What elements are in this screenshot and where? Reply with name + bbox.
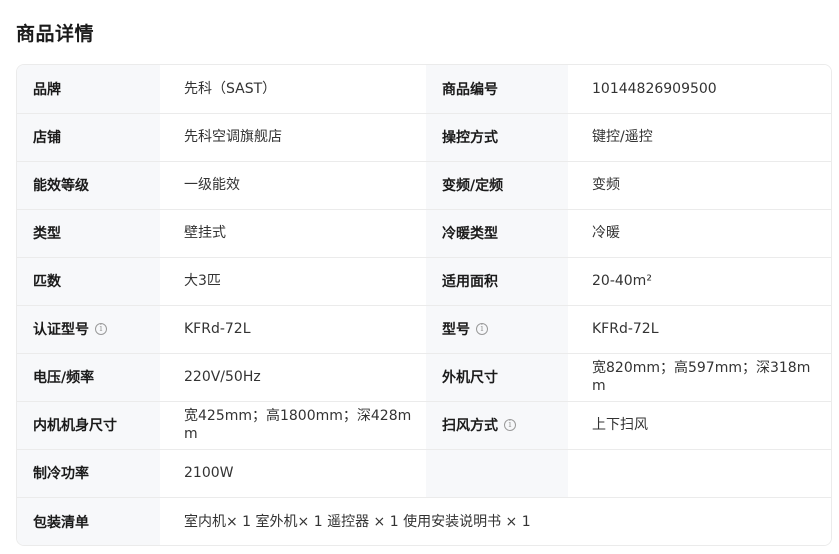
info-icon[interactable]: i	[95, 323, 107, 335]
table-row: 制冷功率 2100W	[17, 449, 831, 497]
spec-value: 大3匹	[160, 257, 426, 305]
row-divider	[17, 209, 831, 210]
spec-value: 冷暖	[568, 209, 831, 257]
spec-value: 先科（SAST）	[160, 65, 426, 113]
spec-label: 内机机身尺寸	[17, 401, 160, 449]
spec-value: 一级能效	[160, 161, 426, 209]
spec-label-empty	[426, 449, 568, 497]
spec-value: 宽425mm；高1800mm；深428mm	[160, 401, 426, 449]
product-spec-table: 品牌 先科（SAST） 商品编号 10144826909500 店铺 先科空调旗…	[16, 64, 832, 546]
spec-label-with-info: 扫风方式 i	[426, 401, 568, 449]
spec-label-with-info: 型号 i	[426, 305, 568, 353]
row-divider	[17, 113, 831, 114]
spec-label: 类型	[17, 209, 160, 257]
spec-label-with-info: 认证型号 i	[17, 305, 160, 353]
spec-value: 20-40m²	[568, 257, 831, 305]
table-row: 类型 壁挂式 冷暖类型 冷暖	[17, 209, 831, 257]
spec-label-text: 认证型号	[33, 322, 89, 338]
spec-value: 键控/遥控	[568, 113, 831, 161]
spec-label: 商品编号	[426, 65, 568, 113]
row-divider	[17, 257, 831, 258]
spec-value: 220V/50Hz	[160, 353, 426, 401]
spec-label: 操控方式	[426, 113, 568, 161]
spec-label: 电压/频率	[17, 353, 160, 401]
row-divider	[17, 401, 831, 402]
spec-value-empty	[568, 449, 831, 497]
spec-value: 宽820mm；高597mm；深318mm	[568, 353, 831, 401]
spec-label: 店铺	[17, 113, 160, 161]
spec-label: 制冷功率	[17, 449, 160, 497]
spec-value: 壁挂式	[160, 209, 426, 257]
spec-value: 室内机× 1 室外机× 1 遥控器 × 1 使用安装说明书 × 1	[160, 497, 831, 545]
spec-value: KFRd-72L	[568, 305, 831, 353]
row-divider	[17, 497, 831, 498]
table-row: 品牌 先科（SAST） 商品编号 10144826909500	[17, 65, 831, 113]
row-divider	[17, 353, 831, 354]
info-icon[interactable]: i	[476, 323, 488, 335]
row-divider	[17, 305, 831, 306]
table-row: 匹数 大3匹 适用面积 20-40m²	[17, 257, 831, 305]
spec-label: 能效等级	[17, 161, 160, 209]
spec-label: 变频/定频	[426, 161, 568, 209]
spec-value: KFRd-72L	[160, 305, 426, 353]
table-row: 内机机身尺寸 宽425mm；高1800mm；深428mm 扫风方式 i 上下扫风	[17, 401, 831, 449]
table-row: 店铺 先科空调旗舰店 操控方式 键控/遥控	[17, 113, 831, 161]
spec-label-text: 型号	[442, 322, 470, 338]
spec-label: 包装清单	[17, 497, 160, 545]
spec-value: 先科空调旗舰店	[160, 113, 426, 161]
spec-value: 2100W	[160, 449, 426, 497]
spec-label: 品牌	[17, 65, 160, 113]
spec-value: 变频	[568, 161, 831, 209]
row-divider	[17, 449, 831, 450]
table-row: 包装清单 室内机× 1 室外机× 1 遥控器 × 1 使用安装说明书 × 1	[17, 497, 831, 545]
spec-value: 上下扫风	[568, 401, 831, 449]
table-row: 认证型号 i KFRd-72L 型号 i KFRd-72L	[17, 305, 831, 353]
spec-label: 匹数	[17, 257, 160, 305]
table-row: 能效等级 一级能效 变频/定频 变频	[17, 161, 831, 209]
info-icon[interactable]: i	[504, 419, 516, 431]
spec-label: 外机尺寸	[426, 353, 568, 401]
spec-label: 冷暖类型	[426, 209, 568, 257]
page-title: 商品详情	[16, 23, 95, 45]
spec-label-text: 扫风方式	[442, 418, 498, 434]
spec-value: 10144826909500	[568, 65, 831, 113]
spec-label: 适用面积	[426, 257, 568, 305]
table-row: 电压/频率 220V/50Hz 外机尺寸 宽820mm；高597mm；深318m…	[17, 353, 831, 401]
row-divider	[17, 161, 831, 162]
